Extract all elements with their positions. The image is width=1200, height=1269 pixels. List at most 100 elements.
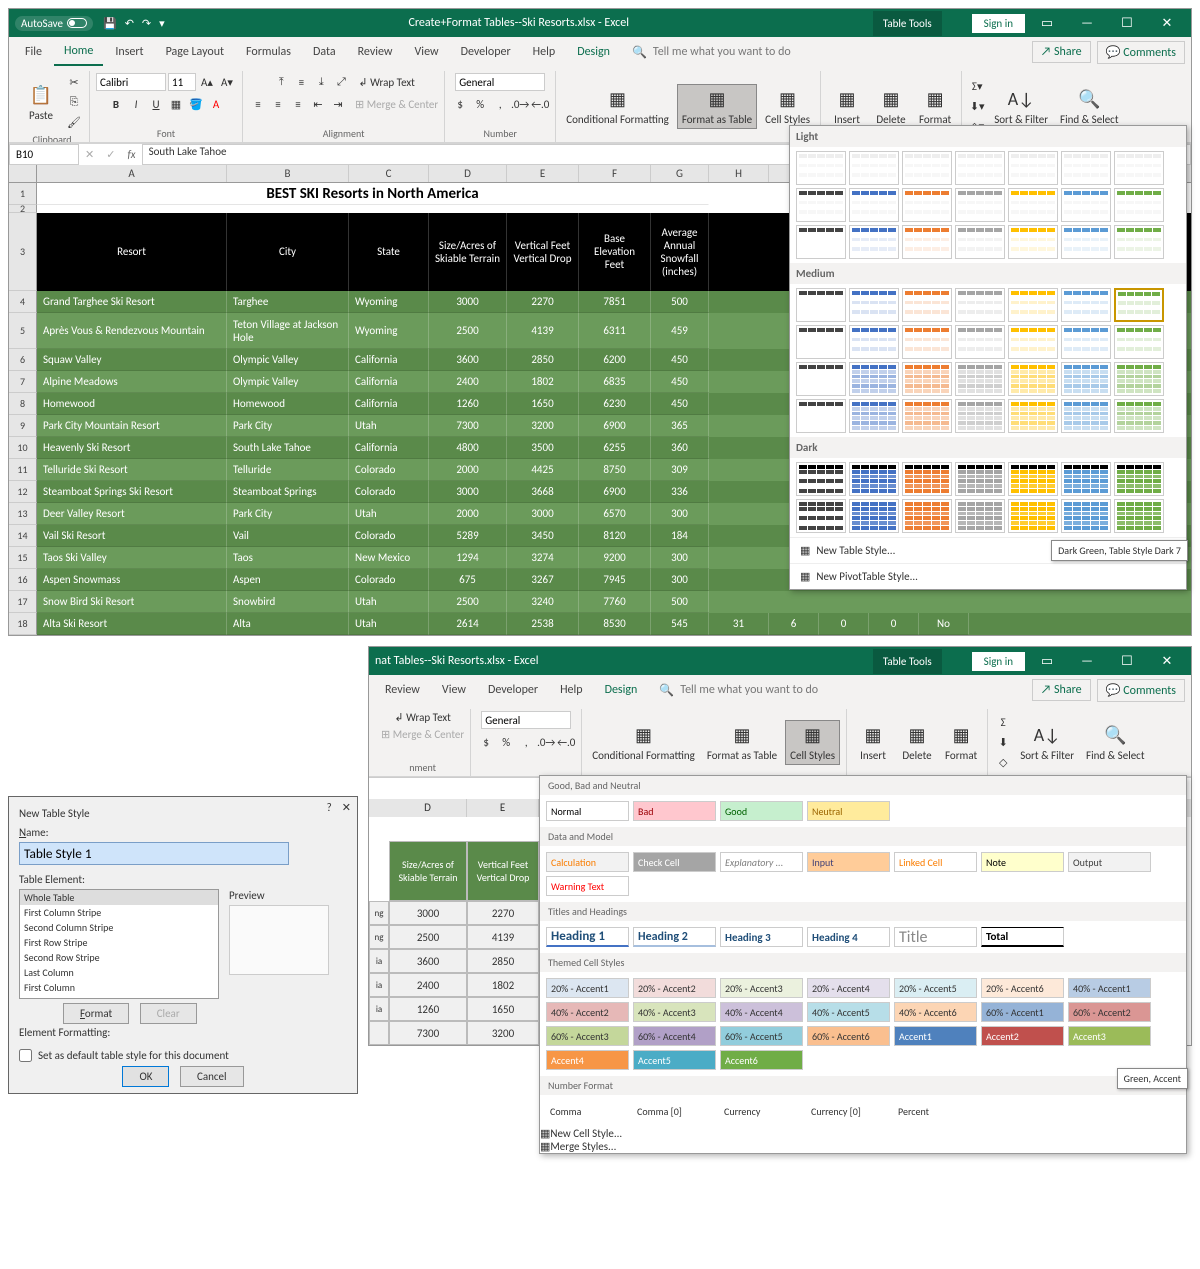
ribbon-display-icon[interactable]: ▭: [1029, 654, 1065, 669]
dec-indent-icon[interactable]: ⇤: [309, 95, 327, 113]
autosum-icon[interactable]: Σ: [994, 714, 1012, 732]
cell[interactable]: 6200: [579, 349, 651, 371]
signin-button[interactable]: Sign in: [972, 14, 1025, 33]
cell[interactable]: California: [349, 371, 429, 393]
table-style-swatch[interactable]: [1061, 325, 1111, 359]
cell-style-chip[interactable]: Heading 1: [546, 927, 629, 947]
cell[interactable]: 2500: [429, 591, 507, 613]
cell[interactable]: 4139: [467, 925, 539, 949]
cell-style-chip[interactable]: 60% - Accent2: [1068, 1002, 1151, 1022]
cell[interactable]: 2270: [507, 291, 579, 313]
cell[interactable]: Park City Mountain Resort: [37, 415, 227, 437]
cell[interactable]: 3200: [507, 415, 579, 437]
cell[interactable]: Alta Ski Resort: [37, 613, 227, 635]
cancel-button[interactable]: Cancel: [180, 1066, 244, 1087]
table-style-swatch[interactable]: [1008, 499, 1058, 533]
cell[interactable]: 2000: [429, 503, 507, 525]
table-style-swatch[interactable]: [955, 399, 1005, 433]
cell[interactable]: Teton Village at Jackson Hole: [227, 313, 349, 349]
cell[interactable]: Grand Targhee Ski Resort: [37, 291, 227, 313]
cell-style-chip[interactable]: 20% - Accent4: [807, 978, 890, 998]
tab-file[interactable]: File: [15, 39, 52, 65]
cell-style-chip[interactable]: Accent4: [546, 1050, 629, 1070]
cell-style-chip[interactable]: 60% - Accent3: [546, 1026, 629, 1046]
table-style-swatch[interactable]: [902, 362, 952, 396]
cell[interactable]: 459: [651, 313, 709, 349]
table-style-swatch[interactable]: [796, 362, 846, 396]
inc-decimal-icon[interactable]: .0→: [511, 95, 529, 113]
cell[interactable]: 3450: [507, 525, 579, 547]
cell[interactable]: 500: [651, 591, 709, 613]
merge-styles-link[interactable]: ▦Merge Styles...: [540, 1140, 1186, 1153]
cell[interactable]: Vail Ski Resort: [37, 525, 227, 547]
undo-icon[interactable]: ↶: [125, 17, 134, 30]
cell-style-chip[interactable]: Good: [720, 801, 803, 821]
cell[interactable]: 7851: [579, 291, 651, 313]
cell[interactable]: 0: [819, 613, 869, 635]
close-icon[interactable]: ✕: [342, 801, 351, 814]
th[interactable]: City: [227, 213, 349, 291]
tab-review[interactable]: Review: [375, 677, 430, 703]
table-style-swatch[interactable]: [955, 225, 1005, 259]
cell[interactable]: Olympic Valley: [227, 349, 349, 371]
cut-icon[interactable]: ✂: [65, 73, 83, 91]
cell[interactable]: 8120: [579, 525, 651, 547]
fill-icon[interactable]: ⬇: [994, 734, 1012, 752]
cell[interactable]: 3200: [467, 1021, 539, 1045]
percent-icon[interactable]: %: [471, 95, 489, 113]
cell[interactable]: 2000: [429, 459, 507, 481]
maximize-icon[interactable]: ☐: [1109, 654, 1145, 669]
cell-style-chip[interactable]: Currency: [720, 1101, 803, 1121]
cell[interactable]: California: [349, 437, 429, 459]
list-item[interactable]: Header Row: [20, 995, 218, 999]
tab-page-layout[interactable]: Page Layout: [156, 39, 234, 65]
cell[interactable]: Park City: [227, 503, 349, 525]
cell[interactable]: Steamboat Springs: [227, 481, 349, 503]
comma-icon[interactable]: ,: [517, 733, 535, 751]
table-style-swatch[interactable]: [796, 399, 846, 433]
table-style-swatch[interactable]: [1061, 225, 1111, 259]
cell[interactable]: 1802: [467, 973, 539, 997]
tab-home[interactable]: Home: [54, 38, 103, 66]
cell[interactable]: Utah: [349, 613, 429, 635]
cell-style-chip[interactable]: 60% - Accent6: [807, 1026, 890, 1046]
list-item[interactable]: Second Row Stripe: [20, 950, 218, 965]
table-style-swatch[interactable]: [1061, 462, 1111, 496]
ribbon-display-icon[interactable]: ▭: [1029, 16, 1065, 31]
minimize-icon[interactable]: —: [1069, 16, 1105, 31]
table-element-listbox[interactable]: Whole TableFirst Column StripeSecond Col…: [19, 889, 219, 999]
cell-style-chip[interactable]: Input: [807, 852, 890, 872]
cell-style-chip[interactable]: Explanatory ...: [720, 852, 803, 872]
cell[interactable]: South Lake Tahoe: [227, 437, 349, 459]
table-style-swatch[interactable]: [1061, 188, 1111, 222]
cell[interactable]: 450: [651, 349, 709, 371]
table-style-swatch[interactable]: [955, 325, 1005, 359]
cell[interactable]: Colorado: [349, 481, 429, 503]
format-painter-icon[interactable]: 🖌: [65, 113, 83, 131]
cell[interactable]: Taos Ski Valley: [37, 547, 227, 569]
cell-style-chip[interactable]: Heading 3: [720, 927, 803, 947]
font-name-input[interactable]: [96, 73, 166, 91]
new-cell-style-link[interactable]: ▦New Cell Style...: [540, 1127, 1186, 1140]
cell[interactable]: Aspen Snowmass: [37, 569, 227, 591]
col-header[interactable]: E: [507, 165, 579, 182]
cell[interactable]: Taos: [227, 547, 349, 569]
cell[interactable]: 0: [869, 613, 919, 635]
table-style-swatch[interactable]: [849, 362, 899, 396]
grow-font-icon[interactable]: A▴: [198, 73, 216, 91]
table-style-swatch[interactable]: [1114, 225, 1164, 259]
cell[interactable]: 1260: [389, 997, 467, 1021]
table-style-swatch[interactable]: [955, 362, 1005, 396]
cell-style-chip[interactable]: 60% - Accent5: [720, 1026, 803, 1046]
table-style-swatch[interactable]: [1008, 188, 1058, 222]
cell[interactable]: 450: [651, 371, 709, 393]
table-style-swatch[interactable]: [849, 225, 899, 259]
table-style-swatch[interactable]: [1114, 362, 1164, 396]
cell[interactable]: Squaw Valley: [37, 349, 227, 371]
cell[interactable]: 365: [651, 415, 709, 437]
wrap-text-button[interactable]: ↲ Wrap Text: [394, 711, 451, 724]
cell[interactable]: Alpine Meadows: [37, 371, 227, 393]
align-left-icon[interactable]: ≡: [249, 95, 267, 113]
list-item[interactable]: Last Column: [20, 965, 218, 980]
cell[interactable]: 6570: [579, 503, 651, 525]
